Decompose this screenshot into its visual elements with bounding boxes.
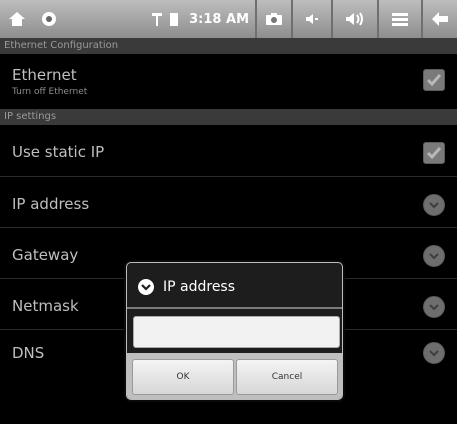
signal-icon <box>152 13 163 26</box>
ok-button[interactable]: OK <box>132 359 234 395</box>
back-button[interactable] <box>423 0 457 38</box>
menu-icon <box>392 13 408 26</box>
circle-icon <box>42 12 56 26</box>
camera-icon <box>266 13 282 25</box>
volume-up-button[interactable] <box>333 0 377 38</box>
chevron-down-icon <box>423 245 445 267</box>
netmask-label: Netmask <box>12 297 79 315</box>
status-bar: 3:18 AM <box>0 0 457 38</box>
section-header-ip: IP settings <box>0 109 457 125</box>
cancel-button[interactable]: Cancel <box>236 359 338 395</box>
list-item-ip-address[interactable]: IP address <box>0 177 457 227</box>
volume-down-icon <box>306 14 318 24</box>
back-icon <box>432 12 448 26</box>
chevron-down-icon <box>423 342 445 364</box>
check-icon <box>426 74 442 87</box>
app-button[interactable] <box>34 0 64 38</box>
chevron-down-icon <box>423 194 445 216</box>
gateway-label: Gateway <box>12 246 79 264</box>
ethernet-checkbox[interactable] <box>423 69 445 91</box>
home-button[interactable] <box>0 0 34 38</box>
ethernet-summary: Turn off Ethernet <box>12 87 88 97</box>
volume-down-button[interactable] <box>293 0 331 38</box>
volume-up-icon <box>346 12 363 26</box>
check-icon <box>426 147 442 160</box>
dialog-button-bar: OK Cancel <box>127 353 342 399</box>
dns-label: DNS <box>12 344 45 362</box>
use-static-ip-label: Use static IP <box>12 143 105 161</box>
clock: 3:18 AM <box>189 11 249 27</box>
use-static-ip-row[interactable]: Use static IP <box>0 125 457 175</box>
screenshot-button[interactable] <box>257 0 291 38</box>
chevron-down-icon <box>423 296 445 318</box>
signal-indicator <box>149 0 165 38</box>
ip-address-dialog: IP address OK Cancel <box>126 262 343 400</box>
dialog-title-bar: IP address <box>137 277 235 297</box>
ethernet-toggle-row[interactable]: Ethernet Turn off Ethernet <box>0 54 457 104</box>
dialog-title: IP address <box>163 279 236 295</box>
home-icon <box>9 12 25 26</box>
chevron-down-icon <box>138 279 154 295</box>
ip-address-input[interactable] <box>133 316 340 348</box>
ethernet-label: Ethernet <box>12 66 77 84</box>
battery-indicator <box>165 0 183 38</box>
ip-address-label: IP address <box>12 195 90 213</box>
battery-icon <box>170 13 179 26</box>
divider <box>127 307 342 309</box>
section-header-ethernet: Ethernet Configuration <box>0 38 457 54</box>
menu-button[interactable] <box>379 0 421 38</box>
use-static-ip-checkbox[interactable] <box>423 142 445 164</box>
